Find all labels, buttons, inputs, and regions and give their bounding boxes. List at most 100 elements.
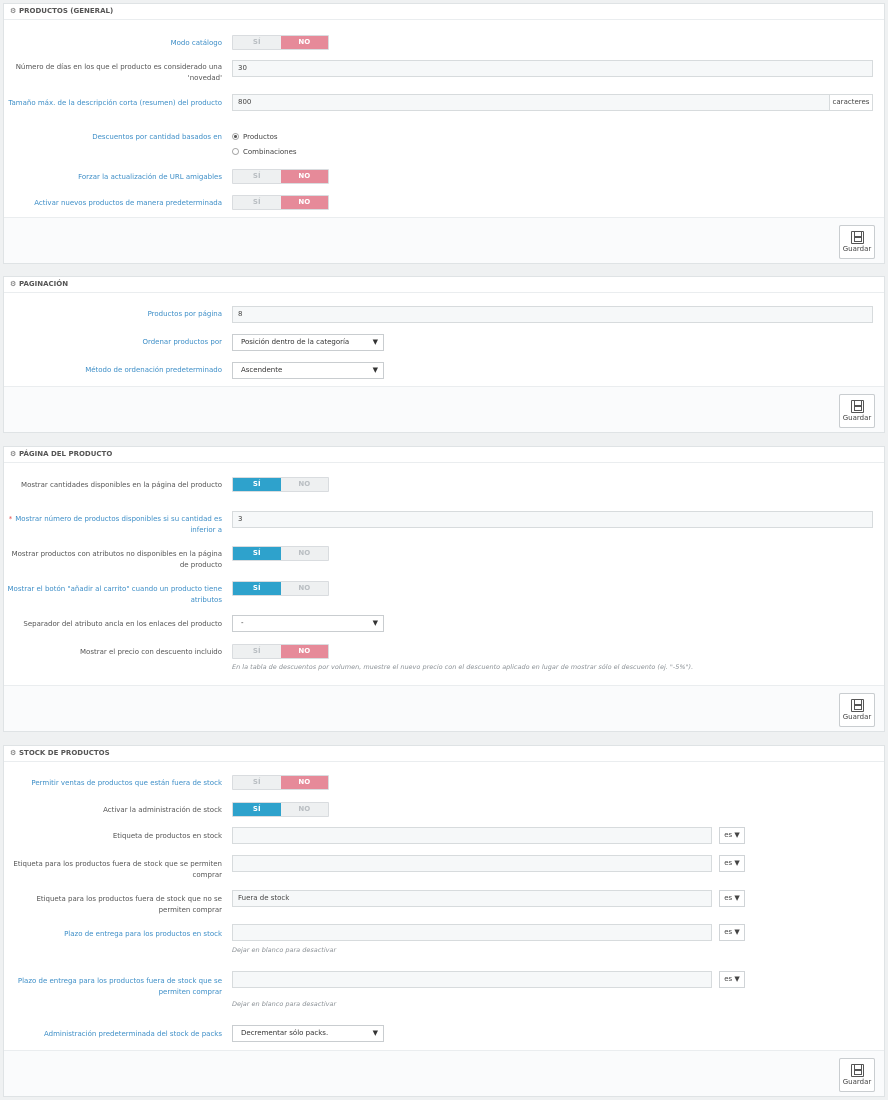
catalog-mode-toggle[interactable]: SÍ NO	[232, 35, 329, 50]
panel-footer: Guardar	[4, 1050, 884, 1096]
toggle-no[interactable]: NO	[281, 803, 329, 816]
allow-oos-label: Permitir ventas de productos que están f…	[31, 779, 222, 787]
save-button[interactable]: Guardar	[839, 225, 875, 259]
order-method-label: Método de ordenación predeterminado	[85, 366, 222, 374]
language-dropdown[interactable]: es ▼	[719, 890, 745, 907]
delivery-in-help: Dejar en blanco para desactivar	[232, 946, 337, 954]
show-qty-toggle[interactable]: SÍ NO	[232, 477, 329, 492]
floppy-disk-icon	[850, 400, 864, 413]
short-desc-input[interactable]: 800	[232, 94, 830, 111]
required-marker: *	[8, 515, 13, 523]
panel-title: PAGINACIÓN	[19, 280, 69, 288]
add-to-cart-toggle[interactable]: SÍ NO	[232, 581, 329, 596]
save-button[interactable]: Guardar	[839, 394, 875, 428]
low-stock-input[interactable]: 3	[232, 511, 873, 528]
toggle-no[interactable]: NO	[280, 196, 328, 209]
radio-combinations[interactable]: Combinaciones	[232, 147, 297, 157]
language-dropdown[interactable]: es ▼	[719, 971, 745, 988]
toggle-no[interactable]: NO	[280, 36, 328, 49]
toggle-yes[interactable]: SÍ	[233, 582, 281, 595]
save-label: Guardar	[842, 1078, 872, 1086]
lang-code: es	[724, 975, 733, 983]
in-stock-label: Etiqueta de productos en stock	[112, 832, 222, 840]
force-url-label: Forzar la actualización de URL amigables	[78, 173, 222, 181]
toggle-yes[interactable]: SÍ	[233, 803, 281, 816]
pack-stock-select[interactable]: Decrementar sólo packs. ▼	[232, 1025, 384, 1042]
toggle-no[interactable]: NO	[280, 170, 328, 183]
unavailable-attr-toggle[interactable]: SÍ NO	[232, 546, 329, 561]
order-method-select[interactable]: Ascendente ▼	[232, 362, 384, 379]
delivery-in-label: Plazo de entrega para los productos en s…	[64, 930, 222, 938]
save-button[interactable]: Guardar	[839, 1058, 875, 1092]
anchor-sep-select[interactable]: - ▼	[232, 615, 384, 632]
gears-icon: ⚙	[10, 749, 17, 757]
toggle-no[interactable]: NO	[281, 547, 329, 560]
oos-denied-label: Etiqueta para los productos fuera de sto…	[36, 895, 222, 914]
oos-denied-input[interactable]: Fuera de stock	[232, 890, 712, 907]
panel-product-stock: ⚙ STOCK DE PRODUCTOS Permitir ventas de p…	[3, 745, 885, 1097]
lang-code: es	[724, 894, 733, 902]
caret-down-icon: ▼	[372, 1029, 378, 1037]
lang-code: es	[724, 928, 733, 936]
save-label: Guardar	[842, 245, 872, 253]
order-by-select[interactable]: Posición dentro de la categoría ▼	[232, 334, 384, 351]
gears-icon: ⚙	[10, 280, 17, 288]
manage-stock-toggle[interactable]: SÍ NO	[232, 802, 329, 817]
manage-stock-label: Activar la administración de stock	[103, 806, 222, 814]
delivery-oos-input[interactable]	[232, 971, 712, 988]
caret-down-icon: ▼	[372, 366, 378, 374]
per-page-input[interactable]: 8	[232, 306, 873, 323]
panel-header: ⚙ PÁGINA DEL PRODUCTO	[4, 447, 884, 463]
toggle-yes[interactable]: SÍ	[233, 478, 281, 491]
caret-down-icon: ▼	[734, 859, 740, 867]
panel-title: STOCK DE PRODUCTOS	[19, 749, 110, 757]
force-url-toggle[interactable]: SÍ NO	[232, 169, 329, 184]
radio-products[interactable]: Productos	[232, 132, 278, 142]
radio-checked-icon[interactable]	[232, 133, 239, 140]
allow-oos-toggle[interactable]: SÍ NO	[232, 775, 329, 790]
anchor-sep-label: Separador del atributo ancla en los enla…	[23, 620, 222, 628]
toggle-no[interactable]: NO	[280, 776, 328, 789]
save-label: Guardar	[842, 713, 872, 721]
lang-code: es	[724, 831, 733, 839]
delivery-in-input[interactable]	[232, 924, 712, 941]
gears-icon: ⚙	[10, 450, 17, 458]
floppy-disk-icon	[850, 699, 864, 712]
in-stock-input[interactable]	[232, 827, 712, 844]
activate-new-label: Activar nuevos productos de manera prede…	[34, 199, 222, 207]
toggle-yes[interactable]: SÍ	[233, 645, 281, 658]
delivery-oos-help: Dejar en blanco para desactivar	[232, 1000, 337, 1008]
oos-allowed-label: Etiqueta para los productos fuera de sto…	[13, 860, 222, 879]
toggle-yes[interactable]: SÍ	[233, 170, 281, 183]
radio-label: Productos	[243, 133, 278, 141]
select-value: Posición dentro de la categoría	[241, 338, 350, 346]
discount-price-toggle[interactable]: SÍ NO	[232, 644, 329, 659]
select-value: -	[241, 619, 244, 627]
language-dropdown[interactable]: es ▼	[719, 827, 745, 844]
toggle-yes[interactable]: SÍ	[233, 36, 281, 49]
radio-unchecked-icon[interactable]	[232, 148, 239, 155]
language-dropdown[interactable]: es ▼	[719, 855, 745, 872]
activate-new-toggle[interactable]: SÍ NO	[232, 195, 329, 210]
save-button[interactable]: Guardar	[839, 693, 875, 727]
toggle-no[interactable]: NO	[281, 478, 329, 491]
toggle-yes[interactable]: SÍ	[233, 776, 281, 789]
save-label: Guardar	[842, 414, 872, 422]
panel-pagination: ⚙ PAGINACIÓN Productos por página 8 Orden…	[3, 276, 885, 433]
toggle-no[interactable]: NO	[280, 645, 328, 658]
toggle-yes[interactable]: SÍ	[233, 547, 281, 560]
radio-label: Combinaciones	[243, 148, 297, 156]
toggle-no[interactable]: NO	[281, 582, 329, 595]
floppy-disk-icon	[850, 1064, 864, 1077]
panel-footer: Guardar	[4, 685, 884, 731]
select-value: Ascendente	[241, 366, 283, 374]
panel-footer: Guardar	[4, 386, 884, 432]
language-dropdown[interactable]: es ▼	[719, 924, 745, 941]
show-qty-label: Mostrar cantidades disponibles en la pág…	[21, 481, 222, 489]
days-new-input[interactable]: 30	[232, 60, 873, 77]
toggle-yes[interactable]: SÍ	[233, 196, 281, 209]
oos-allowed-input[interactable]	[232, 855, 712, 872]
days-new-label: Número de días en los que el producto es…	[15, 63, 222, 82]
lang-code: es	[724, 859, 733, 867]
panel-header: ⚙ PRODUCTOS (GENERAL)	[4, 4, 884, 20]
